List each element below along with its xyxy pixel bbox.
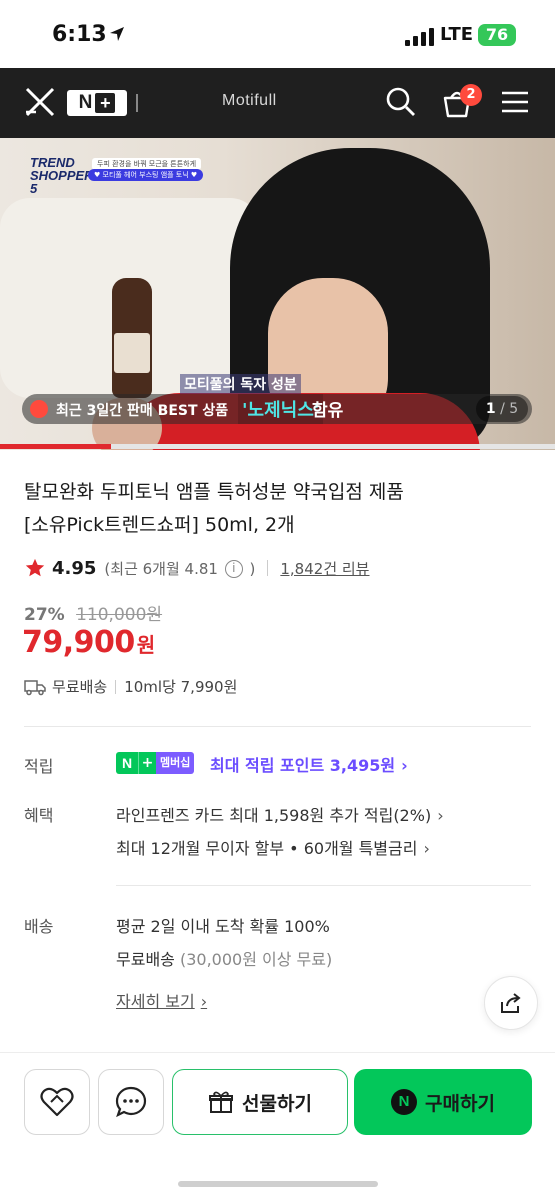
search-icon[interactable] — [385, 86, 417, 118]
membership-badge: N + 멤버십 — [116, 752, 195, 774]
gift-icon — [209, 1091, 234, 1113]
info-icon[interactable]: i — [224, 560, 243, 578]
unit-price: 10ml당 7,990원 — [124, 678, 238, 696]
delivery-estimate: 평균 2일 이내 도착 확률 100% — [116, 917, 330, 936]
hero-subtitle-end: 함유 — [312, 401, 344, 421]
benefit-label: 혜택 — [24, 806, 54, 825]
home-indicator — [178, 1181, 378, 1187]
hero-caption-2: ♥ 모티풀 헤어 부스팅 앰플 토닉 ♥ — [88, 169, 204, 181]
delivery-fee: 무료배송 (30,000원 이상 무료) — [116, 950, 333, 969]
share-button[interactable] — [484, 976, 538, 1030]
status-time: 6:13 — [52, 22, 107, 47]
membership-tag: 멤버십 — [156, 752, 195, 774]
chevron-right-icon: › — [423, 839, 430, 858]
best-seller-text: 최근 3일간 판매 BEST 상품 — [56, 403, 229, 419]
buy-button-label: 구매하기 — [425, 1092, 495, 1115]
signal-icon — [405, 28, 434, 46]
section-divider — [116, 885, 531, 886]
shipping-text: 무료배송 — [52, 678, 108, 696]
product-title-line-1: 탈모완화 두피토닉 앰플 특허성분 약국입점 제품 — [24, 481, 404, 503]
product-title: 탈모완화 두피토닉 앰플 특허성분 약국입점 제품 [소유Pick트렌드쇼퍼] … — [24, 476, 534, 542]
star-icon — [25, 558, 45, 577]
review-count-link[interactable]: 1,842건 리뷰 — [280, 558, 369, 579]
chat-icon — [115, 1086, 147, 1118]
rating-row: 4.95 (최근 6개월 4.81 i ) 1,842건 리뷰 — [24, 556, 370, 580]
gift-button-label: 선물하기 — [242, 1092, 312, 1115]
network-type: LTE — [440, 24, 474, 45]
chevron-right-icon: › — [200, 992, 208, 1011]
recent-rating: (최근 6개월 4.81 i ) — [104, 559, 256, 578]
max-points-link[interactable]: 최대 적립 포인트 3,495원 › — [210, 752, 408, 776]
discount-rate: 27% — [24, 605, 65, 625]
battery-icon: 76 — [478, 24, 516, 46]
shipping-row: 무료배송 10ml당 7,990원 — [24, 676, 237, 697]
truck-icon — [24, 679, 46, 695]
chevron-right-icon: › — [401, 756, 408, 775]
gift-badge-icon — [30, 400, 48, 418]
location-arrow-icon — [110, 27, 124, 41]
app-header: N + Motifull 2 — [0, 68, 555, 138]
buy-button[interactable]: N 구매하기 — [354, 1069, 532, 1135]
carousel-progress-fill — [0, 444, 111, 449]
sale-price-row: 79,900 원 — [22, 625, 155, 660]
installment-benefit-link[interactable]: 최대 12개월 무이자 할부 • 60개월 특별금리 › — [116, 835, 430, 859]
carousel-page-indicator: 1 / 5 — [476, 396, 528, 422]
product-image-carousel[interactable]: TREND SHOPPER 5 두피 환경을 바꿔 모근을 튼튼하게 ♥ 모티풀… — [0, 138, 555, 450]
product-title-line-2: [소유Pick트렌드쇼퍼] 50ml, 2개 — [24, 514, 295, 536]
naver-plus-logo[interactable]: N + — [67, 90, 127, 116]
rating-value: 4.95 — [52, 557, 97, 579]
points-label: 적립 — [24, 757, 54, 776]
delivery-detail-link[interactable]: 자세히 보기 › — [116, 988, 207, 1012]
hero-bottle-label — [114, 333, 150, 373]
header-divider — [136, 94, 138, 112]
chevron-right-icon: › — [437, 806, 444, 825]
delivery-label: 배송 — [24, 917, 54, 936]
status-bar: 6:13 LTE 76 — [0, 0, 555, 68]
store-brand-logo[interactable]: Motifull — [222, 92, 277, 110]
card-benefit-link[interactable]: 라인프렌즈 카드 최대 1,598원 추가 적립(2%) › — [116, 802, 444, 826]
cart-count-badge: 2 — [460, 84, 482, 106]
hero-subtitle-highlight: '노제닉스' — [238, 394, 324, 424]
naver-pay-icon: N — [391, 1089, 418, 1115]
rating-separator — [267, 560, 269, 576]
talk-button[interactable] — [98, 1069, 164, 1135]
close-icon[interactable] — [22, 84, 58, 120]
original-price: 110,000원 — [76, 605, 163, 625]
shipping-separator — [115, 679, 117, 694]
price-unit: 원 — [136, 633, 156, 657]
section-divider — [24, 726, 531, 727]
heart-icon — [40, 1087, 74, 1117]
discount-row: 27% 110,000원 — [24, 600, 162, 625]
gift-button[interactable]: 선물하기 — [172, 1069, 348, 1135]
hero-subtitle-top: 모티풀의 독자 성분 — [180, 374, 301, 394]
menu-icon[interactable] — [500, 90, 530, 114]
trend-shopper-logo: TREND SHOPPER 5 — [30, 155, 94, 196]
wishlist-button[interactable] — [24, 1069, 90, 1135]
sale-price: 79,900 — [22, 625, 135, 660]
share-icon — [501, 993, 521, 1013]
